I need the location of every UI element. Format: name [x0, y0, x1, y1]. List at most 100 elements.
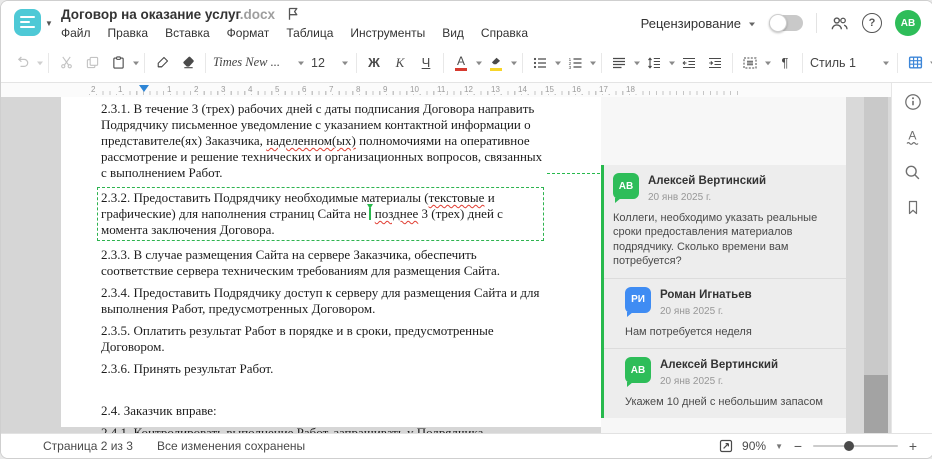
ruler-number: 8	[354, 85, 362, 94]
font-family-select[interactable]: Times New ...	[210, 50, 308, 76]
menu-bar: Файл Правка Вставка Формат Таблица Инструмент…	[61, 26, 528, 40]
comment[interactable]: АВАлексей Вертинский20 янв 2025 г.Коллег…	[604, 165, 846, 278]
paste-button[interactable]	[105, 50, 131, 76]
highlight-dropdown-icon[interactable]	[509, 59, 518, 67]
numbered-list-dropdown-icon[interactable]	[588, 59, 597, 67]
paragraph-spacing-button[interactable]	[737, 50, 763, 76]
paragraph[interactable]: 2.3.3. В случае размещения Сайта на серв…	[101, 247, 544, 279]
clear-formatting-button[interactable]	[175, 50, 201, 76]
paragraph[interactable]: 2.3.2. Предоставить Подрядчику необходим…	[97, 187, 544, 241]
highlight-button[interactable]	[483, 50, 509, 76]
align-dropdown-icon[interactable]	[632, 59, 641, 67]
ruler-number: 2	[89, 85, 97, 94]
zoom-value[interactable]: 90%	[742, 439, 766, 453]
paragraph[interactable]: 2.4.1. Контролировать выполнение Работ, …	[101, 425, 544, 433]
comment-text: Нам потребуется неделя	[625, 325, 836, 340]
page-indicator[interactable]: Страница 2 из 3	[43, 439, 133, 453]
paragraph[interactable]: 2.4. Заказчик вправе:	[101, 403, 544, 419]
menu-item-Таблица[interactable]: Таблица	[286, 26, 333, 40]
review-toggle[interactable]	[769, 15, 803, 31]
menu-item-Правка[interactable]: Правка	[108, 26, 149, 40]
comments-panel: АВАлексей Вертинский20 янв 2025 г.Коллег…	[601, 97, 846, 433]
zoom-in-button[interactable]: +	[907, 438, 919, 454]
logo-dropdown-icon[interactable]: ▼	[45, 19, 53, 28]
comment-date: 20 янв 2025 г.	[648, 192, 766, 203]
ruler-number: 9	[381, 85, 389, 94]
ruler-number: 1	[165, 85, 173, 94]
paste-dropdown-icon[interactable]	[131, 59, 140, 67]
line-spacing-button[interactable]	[641, 50, 667, 76]
undo-button[interactable]	[9, 50, 35, 76]
user-avatar[interactable]: АВ	[895, 10, 921, 36]
paragraph[interactable]: 2.3.5. Оплатить результат Работ в порядк…	[101, 323, 544, 355]
table-button[interactable]	[902, 50, 928, 76]
comment-thread[interactable]: АВАлексей Вертинский20 янв 2025 г.Коллег…	[601, 165, 846, 418]
zoom-out-button[interactable]: −	[792, 438, 804, 454]
comment-author: Алексей Вертинский	[660, 359, 778, 373]
fit-width-icon[interactable]	[719, 439, 733, 453]
formatting-marks-button[interactable]: ¶	[772, 50, 798, 76]
info-icon[interactable]	[901, 91, 925, 113]
comment-date: 20 янв 2025 г.	[660, 376, 778, 387]
menu-item-Справка[interactable]: Справка	[481, 26, 528, 40]
font-size-select[interactable]: 12	[308, 50, 352, 76]
underline-button[interactable]: Ч	[413, 50, 439, 76]
spellcheck-icon[interactable]: А	[901, 126, 925, 148]
comment-reply[interactable]: АВАлексей Вертинский20 янв 2025 г.Укажем…	[604, 348, 846, 418]
cut-button[interactable]	[53, 50, 79, 76]
ruler[interactable]: 21123456789101112131415161718	[1, 83, 891, 98]
review-mode-dropdown[interactable]: Рецензирование	[641, 16, 756, 31]
app-window: ▼ Договор на оказание услуг.docx Файл Пра…	[0, 0, 932, 459]
people-icon[interactable]	[830, 16, 849, 31]
ruler-number: 18	[624, 85, 637, 94]
menu-item-Файл[interactable]: Файл	[61, 26, 91, 40]
paragraph-spacing-dropdown-icon[interactable]	[763, 59, 772, 67]
indent-button[interactable]	[702, 50, 728, 76]
chevron-down-icon	[748, 16, 756, 31]
document-extension: .docx	[240, 7, 275, 22]
scrollbar-thumb[interactable]	[864, 375, 888, 433]
line-spacing-dropdown-icon[interactable]	[667, 59, 676, 67]
menu-item-Вид[interactable]: Вид	[442, 26, 464, 40]
comment-connector-line	[547, 173, 605, 174]
ruler-number: 5	[273, 85, 281, 94]
document-title[interactable]: Договор на оказание услуг.docx	[61, 7, 275, 22]
svg-text:А: А	[908, 129, 917, 143]
menu-item-Формат[interactable]: Формат	[227, 26, 270, 40]
bullet-list-dropdown-icon[interactable]	[553, 59, 562, 67]
italic-button[interactable]: К	[387, 50, 413, 76]
paragraph[interactable]: 2.3.6. Принять результат Работ.	[101, 361, 544, 377]
comment-reply[interactable]: РИРоман Игнатьев20 янв 2025 г.Нам потреб…	[604, 278, 846, 348]
format-painter-button[interactable]	[149, 50, 175, 76]
zoom-dropdown-icon[interactable]: ▼	[775, 442, 783, 451]
align-button[interactable]	[606, 50, 632, 76]
collaborator-cursor	[369, 208, 371, 220]
font-color-dropdown-icon[interactable]	[474, 59, 483, 67]
style-select[interactable]: Стиль 1	[807, 50, 893, 76]
menu-item-Вставка[interactable]: Вставка	[165, 26, 210, 40]
zoom-slider[interactable]	[813, 445, 898, 447]
paragraph[interactable]: 2.3.1. В течение 3 (трех) рабочих дней с…	[101, 101, 544, 181]
outdent-button[interactable]	[676, 50, 702, 76]
table-dropdown-icon[interactable]	[928, 59, 932, 67]
left-indent-marker[interactable]	[139, 85, 149, 97]
comment-date: 20 янв 2025 г.	[660, 306, 752, 317]
bookmark-icon[interactable]	[901, 196, 925, 218]
font-color-button[interactable]: А	[448, 50, 474, 76]
ruler-number: 15	[543, 85, 556, 94]
undo-dropdown-icon[interactable]	[35, 59, 44, 67]
bold-button[interactable]: Ж	[361, 50, 387, 76]
menu-item-Инструменты[interactable]: Инструменты	[350, 26, 425, 40]
numbered-list-button[interactable]: 123	[562, 50, 588, 76]
copy-button[interactable]	[79, 50, 105, 76]
flag-icon[interactable]	[287, 7, 299, 21]
zoom-slider-handle[interactable]	[844, 441, 854, 451]
help-icon[interactable]: ?	[862, 13, 882, 33]
search-icon[interactable]	[901, 161, 925, 183]
save-status: Все изменения сохранены	[157, 439, 305, 453]
app-logo-icon[interactable]	[14, 9, 41, 36]
comment-text: Укажем 10 дней с небольшим запасом	[625, 395, 836, 410]
bullet-list-button[interactable]	[527, 50, 553, 76]
paragraph[interactable]: 2.3.4. Предоставить Подрядчику доступ к …	[101, 285, 544, 317]
status-bar: Страница 2 из 3 Все изменения сохранены …	[1, 433, 932, 458]
